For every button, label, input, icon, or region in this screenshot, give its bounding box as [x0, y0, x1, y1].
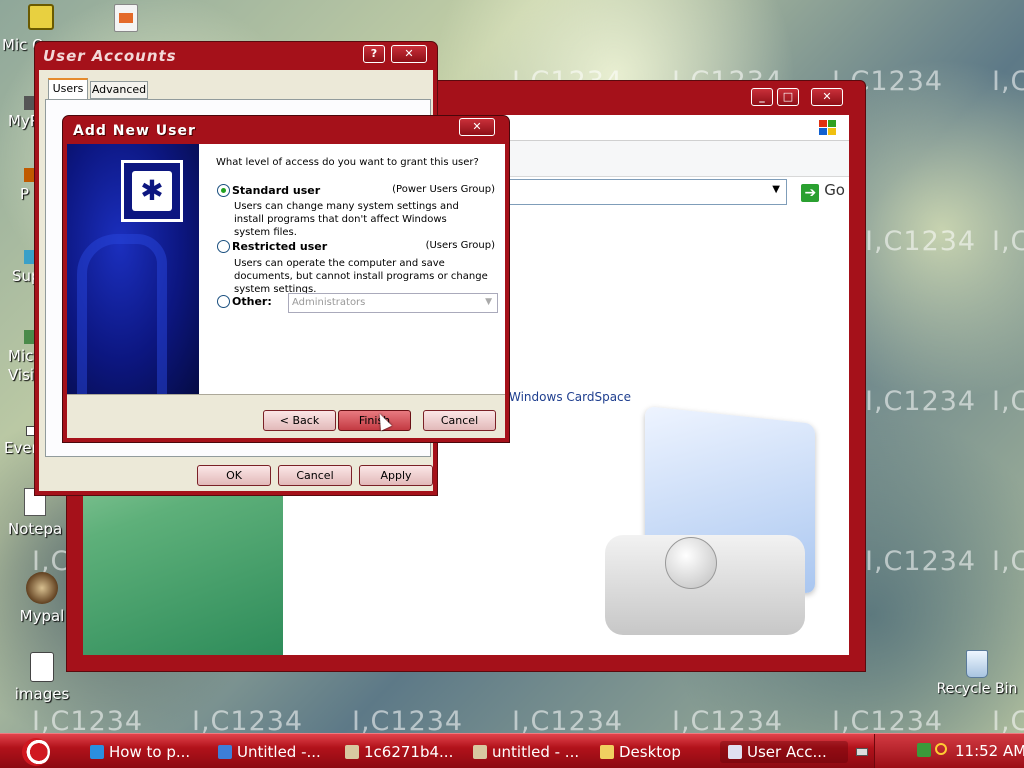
- access-question: What level of access do you want to gran…: [216, 157, 479, 168]
- other-label[interactable]: Other:: [232, 295, 272, 308]
- taskbar-item-label: Desktop: [619, 743, 681, 761]
- standard-user-group: (Power Users Group): [392, 184, 495, 195]
- chevron-down-icon[interactable]: ▼: [772, 184, 780, 195]
- window-title: User Accounts: [43, 47, 177, 65]
- cancel-button[interactable]: Cancel: [278, 465, 352, 486]
- restricted-user-group: (Users Group): [425, 240, 495, 251]
- standard-user-desc: Users can change many system settings an…: [234, 201, 459, 238]
- watermark-text: I,C1234: [865, 226, 977, 257]
- user-accounts-icon: [728, 745, 742, 759]
- taskbar-item-untitled-doc[interactable]: Untitled -...: [218, 741, 321, 763]
- flag-icon: [22, 738, 50, 766]
- paint-icon: [345, 745, 359, 759]
- outlook-icon: [28, 4, 54, 30]
- finish-button[interactable]: Finish: [338, 410, 411, 431]
- start-button[interactable]: [8, 736, 74, 766]
- back-button[interactable]: < Back: [263, 410, 336, 431]
- clock[interactable]: 11:52 AM: [955, 742, 1024, 760]
- taskbar-item-label: untitled - ...: [492, 743, 580, 761]
- taskbar: How to p... Untitled -... 1c6271b4... un…: [0, 733, 1024, 768]
- document-icon: [218, 745, 232, 759]
- taskbar-item-label: User Acc...: [747, 743, 827, 761]
- mypal-icon: [26, 572, 58, 604]
- folder-icon: [600, 745, 614, 759]
- tab-users[interactable]: Users: [48, 78, 88, 100]
- cardspace-link[interactable]: Windows CardSpace: [509, 390, 631, 404]
- paint-icon: [473, 745, 487, 759]
- watermark-text: I,C1234: [992, 226, 1024, 257]
- taskbar-item-desktop[interactable]: Desktop: [600, 741, 681, 763]
- desktop-icon-label: P: [20, 185, 30, 203]
- other-group-select[interactable]: Administrators ▼: [288, 293, 498, 313]
- cardspace-device-graphic: [605, 406, 815, 637]
- network-icon[interactable]: [917, 743, 931, 757]
- dialog-title: Add New User: [73, 123, 196, 139]
- watermark-text: I,C1234: [865, 546, 977, 577]
- close-button[interactable]: ✕: [811, 88, 843, 106]
- keyboard-icon[interactable]: [856, 748, 868, 756]
- other-radio[interactable]: [217, 295, 230, 308]
- other-group-value: Administrators: [292, 297, 366, 308]
- chevron-down-icon: ▼: [485, 297, 492, 307]
- restricted-user-radio[interactable]: [217, 240, 230, 253]
- desktop-icon-label: Notepa: [8, 520, 63, 538]
- taskbar-item-untitled-paint[interactable]: untitled - ...: [473, 741, 579, 763]
- taskbar-item-label: Untitled -...: [237, 743, 321, 761]
- standard-user-radio[interactable]: [217, 184, 230, 197]
- watermark-text: I,C1234: [992, 546, 1024, 577]
- add-new-user-client: ✱ What level of access do you want to gr…: [67, 144, 505, 438]
- document-icon: [119, 13, 133, 23]
- wizard-footer: < Back Finish Cancel: [67, 394, 505, 438]
- desktop-icon-recycle-bin[interactable]: Recycle Bin: [932, 650, 1022, 697]
- desktop-icon-label: Mypal: [19, 607, 65, 625]
- user-key-icon: ✱: [121, 160, 183, 222]
- ie-icon: [90, 745, 104, 759]
- desktop-icon-label: Ever: [4, 439, 38, 457]
- wizard-banner: ✱: [67, 144, 199, 394]
- desktop-icon-label: images: [14, 685, 70, 703]
- watermark-text: I,C1234: [992, 386, 1024, 417]
- dial-icon: [665, 537, 717, 589]
- maximize-button[interactable]: □: [777, 88, 799, 106]
- apply-button[interactable]: Apply: [359, 465, 433, 486]
- go-button[interactable]: ➔ Go: [801, 181, 845, 203]
- taskbar-item-1c6271b4[interactable]: 1c6271b4...: [345, 741, 453, 763]
- help-button[interactable]: ?: [363, 45, 385, 63]
- watermark-text: I,C1234: [865, 386, 977, 417]
- arrow-right-icon: ➔: [801, 184, 820, 202]
- system-tray: 11:52 AM: [874, 734, 1024, 768]
- recycle-bin-icon: [966, 650, 988, 678]
- windows-logo-icon: [819, 120, 837, 136]
- taskbar-item-how-to[interactable]: How to p...: [90, 741, 190, 763]
- taskbar-item-label: How to p...: [109, 743, 191, 761]
- add-new-user-dialog[interactable]: Add New User ✕ ✱ What level of access do…: [62, 115, 510, 443]
- cancel-button[interactable]: Cancel: [423, 410, 496, 431]
- minimize-button[interactable]: _: [751, 88, 773, 106]
- taskbar-item-label: 1c6271b4...: [364, 743, 454, 761]
- go-label: Go: [824, 181, 845, 199]
- close-button[interactable]: ✕: [391, 45, 427, 63]
- desktop-icon-label: Recycle Bin: [936, 681, 1018, 697]
- desktop-notepad-small-icon[interactable]: [114, 4, 138, 32]
- restricted-user-label[interactable]: Restricted user: [232, 240, 327, 253]
- watermark-text: I,C1234: [992, 66, 1024, 97]
- close-button[interactable]: ✕: [459, 118, 495, 136]
- tab-advanced[interactable]: Advanced: [90, 81, 148, 99]
- taskbar-item-user-accounts[interactable]: User Acc...: [720, 741, 848, 763]
- ok-button[interactable]: OK: [197, 465, 271, 486]
- restricted-user-desc: Users can operate the computer and save …: [234, 258, 488, 295]
- image-file-icon: [30, 652, 54, 682]
- standard-user-label[interactable]: Standard user: [232, 184, 320, 197]
- search-icon[interactable]: [935, 743, 947, 755]
